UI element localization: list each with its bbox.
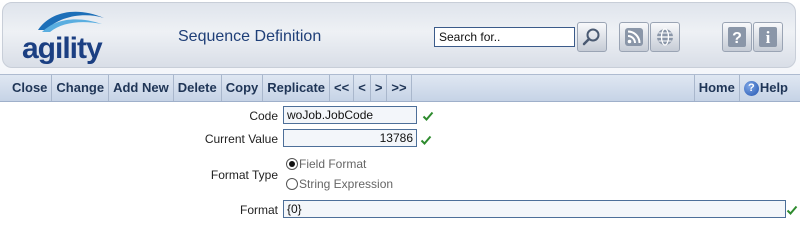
search-button[interactable] — [577, 22, 607, 52]
valid-check-icon — [420, 135, 432, 145]
help-circle-icon: ? — [743, 80, 759, 96]
string-expression-radio[interactable]: String Expression — [286, 177, 393, 191]
copy-button[interactable]: Copy — [222, 75, 264, 101]
logo-text: agility — [22, 32, 103, 65]
close-button[interactable]: Close — [0, 75, 53, 101]
current-value-label: Current Value — [204, 132, 278, 146]
valid-check-icon — [422, 111, 434, 121]
help-icon: ? — [728, 27, 746, 47]
globe-button[interactable] — [650, 22, 680, 52]
format-label: Format — [239, 203, 278, 217]
code-label: Code — [249, 109, 278, 123]
field-format-radio[interactable]: Field Format — [286, 157, 366, 171]
code-field[interactable] — [283, 106, 417, 124]
help-button[interactable]: ? — [722, 22, 752, 52]
delete-button[interactable]: Delete — [174, 75, 222, 101]
search-input[interactable] — [434, 27, 575, 47]
svg-text:?: ? — [732, 30, 742, 47]
format-type-label: Format Type — [210, 168, 278, 182]
next-record-button[interactable]: > — [371, 75, 388, 101]
format-field[interactable] — [283, 200, 786, 218]
previous-record-button[interactable]: < — [354, 75, 371, 101]
valid-check-icon — [786, 205, 798, 215]
rss-button[interactable] — [619, 22, 649, 52]
last-record-button[interactable]: >> — [387, 75, 412, 101]
page-title: Sequence Definition — [178, 28, 322, 45]
help-link[interactable]: ? Help — [738, 75, 800, 101]
replicate-button[interactable]: Replicate — [263, 75, 331, 101]
rss-icon — [625, 28, 643, 46]
radio-unselected-icon — [286, 178, 298, 190]
info-icon: i — [759, 27, 777, 47]
change-button[interactable]: Change — [52, 75, 110, 101]
help-link-label: Help — [759, 80, 788, 95]
home-link[interactable]: Home — [693, 75, 739, 101]
info-button[interactable]: i — [753, 22, 783, 52]
action-toolbar: Close Change Add New Delete Copy Replica… — [0, 74, 800, 102]
add-new-button[interactable]: Add New — [109, 75, 174, 101]
radio-selected-icon — [286, 158, 298, 170]
search-icon — [582, 28, 600, 46]
current-value-field[interactable] — [283, 129, 417, 147]
logo-swoosh-icon — [38, 11, 104, 32]
globe-icon — [657, 28, 673, 46]
string-expression-label: String Expression — [299, 177, 394, 191]
agility-logo: agility — [22, 8, 118, 65]
first-record-button[interactable]: << — [330, 75, 355, 101]
svg-text:i: i — [766, 28, 771, 47]
app-header: agility Sequence Definition ? — [0, 0, 800, 74]
field-format-label: Field Format — [299, 157, 367, 171]
